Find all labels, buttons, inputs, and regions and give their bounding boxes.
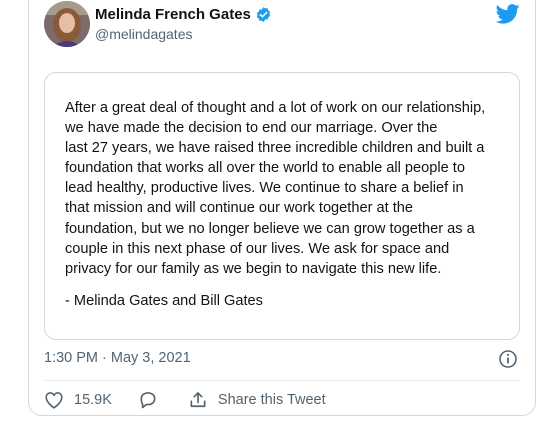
statement-image[interactable]: After a great deal of thought and a lot … [44, 72, 520, 340]
heart-icon [45, 392, 63, 409]
statement-signature: - Melinda Gates and Bill Gates [65, 293, 263, 309]
author-handle[interactable]: @melindagates [95, 26, 193, 42]
twitter-bird-icon[interactable] [496, 4, 520, 24]
tweet-actions: 15.9K Share this Tweet [44, 389, 326, 411]
statement-text: After a great deal of thought and a lot … [65, 100, 486, 277]
reply-button[interactable] [138, 390, 158, 410]
like-count: 15.9K [74, 392, 112, 408]
divider [44, 380, 520, 381]
share-button[interactable]: Share this Tweet [188, 390, 326, 410]
info-icon[interactable] [498, 349, 518, 369]
like-button[interactable]: 15.9K [44, 391, 112, 409]
share-icon [190, 392, 206, 408]
verified-badge-icon [256, 7, 271, 22]
reply-icon [140, 392, 156, 409]
author-name[interactable]: Melinda French Gates [95, 6, 251, 23]
tweet-timestamp[interactable]: 1:30 PM · May 3, 2021 [44, 350, 191, 366]
author-name-row: Melinda French Gates [95, 6, 272, 23]
avatar[interactable] [44, 1, 90, 47]
share-label: Share this Tweet [217, 392, 326, 408]
